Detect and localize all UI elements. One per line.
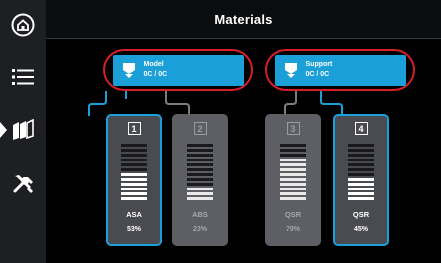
- material-name: ABS: [192, 210, 208, 219]
- list-icon: [12, 69, 34, 85]
- material-bay-3[interactable]: 3 QSR 79%: [265, 114, 321, 246]
- tools-icon: [13, 175, 33, 193]
- gauge-segment: [187, 187, 213, 191]
- spool-label: Model: [143, 61, 164, 68]
- gauge-segment: [187, 158, 213, 162]
- sidebar-item-list[interactable]: [0, 52, 46, 102]
- gauge-segment: [280, 192, 306, 196]
- material-level-gauge: [348, 144, 374, 200]
- material-bay-2[interactable]: 2 ABS 23%: [172, 114, 228, 246]
- gauge-segment: [121, 168, 147, 172]
- material-bay-4[interactable]: 4 QSR 45%: [333, 114, 389, 246]
- home-icon: [11, 13, 35, 37]
- gauge-segment: [280, 182, 306, 186]
- header-bar: Materials: [46, 0, 441, 39]
- material-level-gauge: [121, 144, 147, 200]
- spool-label: Support: [305, 61, 333, 68]
- gauge-segment: [121, 163, 147, 167]
- gauge-segment: [187, 177, 213, 181]
- sidebar-item-tools[interactable]: [0, 158, 46, 208]
- material-name: QSR: [352, 210, 370, 219]
- spool-value: 0C / 0C: [143, 71, 168, 78]
- page-title: Materials: [214, 11, 273, 27]
- active-indicator: [0, 122, 7, 138]
- materials-icon: [13, 119, 34, 140]
- gauge-segment: [280, 187, 306, 191]
- gauge-segment: [280, 173, 306, 176]
- bay-number: 2: [193, 122, 207, 135]
- gauge-segment: [348, 197, 374, 200]
- spool-value: 0C / 0C: [305, 71, 330, 78]
- gauge-segment: [121, 177, 147, 181]
- gauge-segment: [348, 163, 374, 167]
- model-spool-button[interactable]: Model 0C / 0C: [112, 54, 244, 86]
- gauge-segment: [348, 177, 374, 181]
- sidebar: [0, 0, 47, 263]
- model-spool-highlight: Model 0C / 0C: [103, 49, 253, 91]
- material-percent: 79%: [285, 226, 300, 233]
- gauge-segment: [187, 163, 213, 167]
- gauge-segment: [121, 187, 147, 191]
- material-percent: 53%: [126, 226, 141, 233]
- gauge-segment: [187, 173, 213, 176]
- material-percent: 23%: [192, 226, 207, 233]
- spool-eject-icon: [284, 63, 297, 78]
- gauge-segment: [121, 153, 147, 157]
- materials-panel: Model 0C / 0C Support 0C / 0C 1 ASA 53% …: [46, 39, 441, 263]
- gauge-segment: [187, 168, 213, 172]
- gauge-segment: [187, 197, 213, 200]
- gauge-segment: [121, 182, 147, 186]
- gauge-segment: [121, 192, 147, 196]
- gauge-segment: [280, 168, 306, 172]
- gauge-segment: [280, 158, 306, 162]
- material-name: ASA: [126, 210, 142, 219]
- bay-number: 3: [286, 122, 300, 135]
- material-name: QSR: [284, 210, 302, 219]
- material-level-gauge: [187, 144, 213, 200]
- gauge-segment: [187, 148, 213, 152]
- gauge-segment: [280, 163, 306, 167]
- gauge-segment: [348, 168, 374, 172]
- gauge-segment: [121, 158, 147, 162]
- bay-number: 1: [127, 122, 141, 135]
- support-spool-button[interactable]: Support 0C / 0C: [274, 54, 406, 86]
- gauge-segment: [187, 144, 213, 147]
- gauge-segment: [121, 148, 147, 152]
- gauge-segment: [187, 192, 213, 196]
- gauge-segment: [121, 144, 147, 147]
- bay-number: 4: [354, 122, 368, 135]
- gauge-segment: [121, 197, 147, 200]
- gauge-segment: [348, 182, 374, 186]
- support-spool-highlight: Support 0C / 0C: [265, 49, 415, 91]
- spool-eject-icon: [122, 63, 135, 78]
- gauge-segment: [348, 153, 374, 157]
- material-bay-1[interactable]: 1 ASA 53%: [106, 114, 162, 246]
- gauge-segment: [280, 197, 306, 200]
- gauge-segment: [348, 148, 374, 152]
- gauge-segment: [187, 153, 213, 157]
- gauge-segment: [348, 187, 374, 191]
- sidebar-item-home[interactable]: [0, 0, 46, 50]
- material-level-gauge: [280, 144, 306, 200]
- material-percent: 45%: [353, 226, 368, 233]
- gauge-segment: [348, 158, 374, 162]
- gauge-segment: [280, 148, 306, 152]
- gauge-segment: [187, 182, 213, 186]
- gauge-segment: [121, 173, 147, 176]
- gauge-segment: [280, 153, 306, 157]
- gauge-segment: [280, 144, 306, 147]
- gauge-segment: [280, 177, 306, 181]
- printer-screen: Materials Model 0C / 0C Support 0C / 0C …: [0, 0, 441, 263]
- gauge-segment: [348, 173, 374, 176]
- gauge-segment: [348, 144, 374, 147]
- gauge-segment: [348, 192, 374, 196]
